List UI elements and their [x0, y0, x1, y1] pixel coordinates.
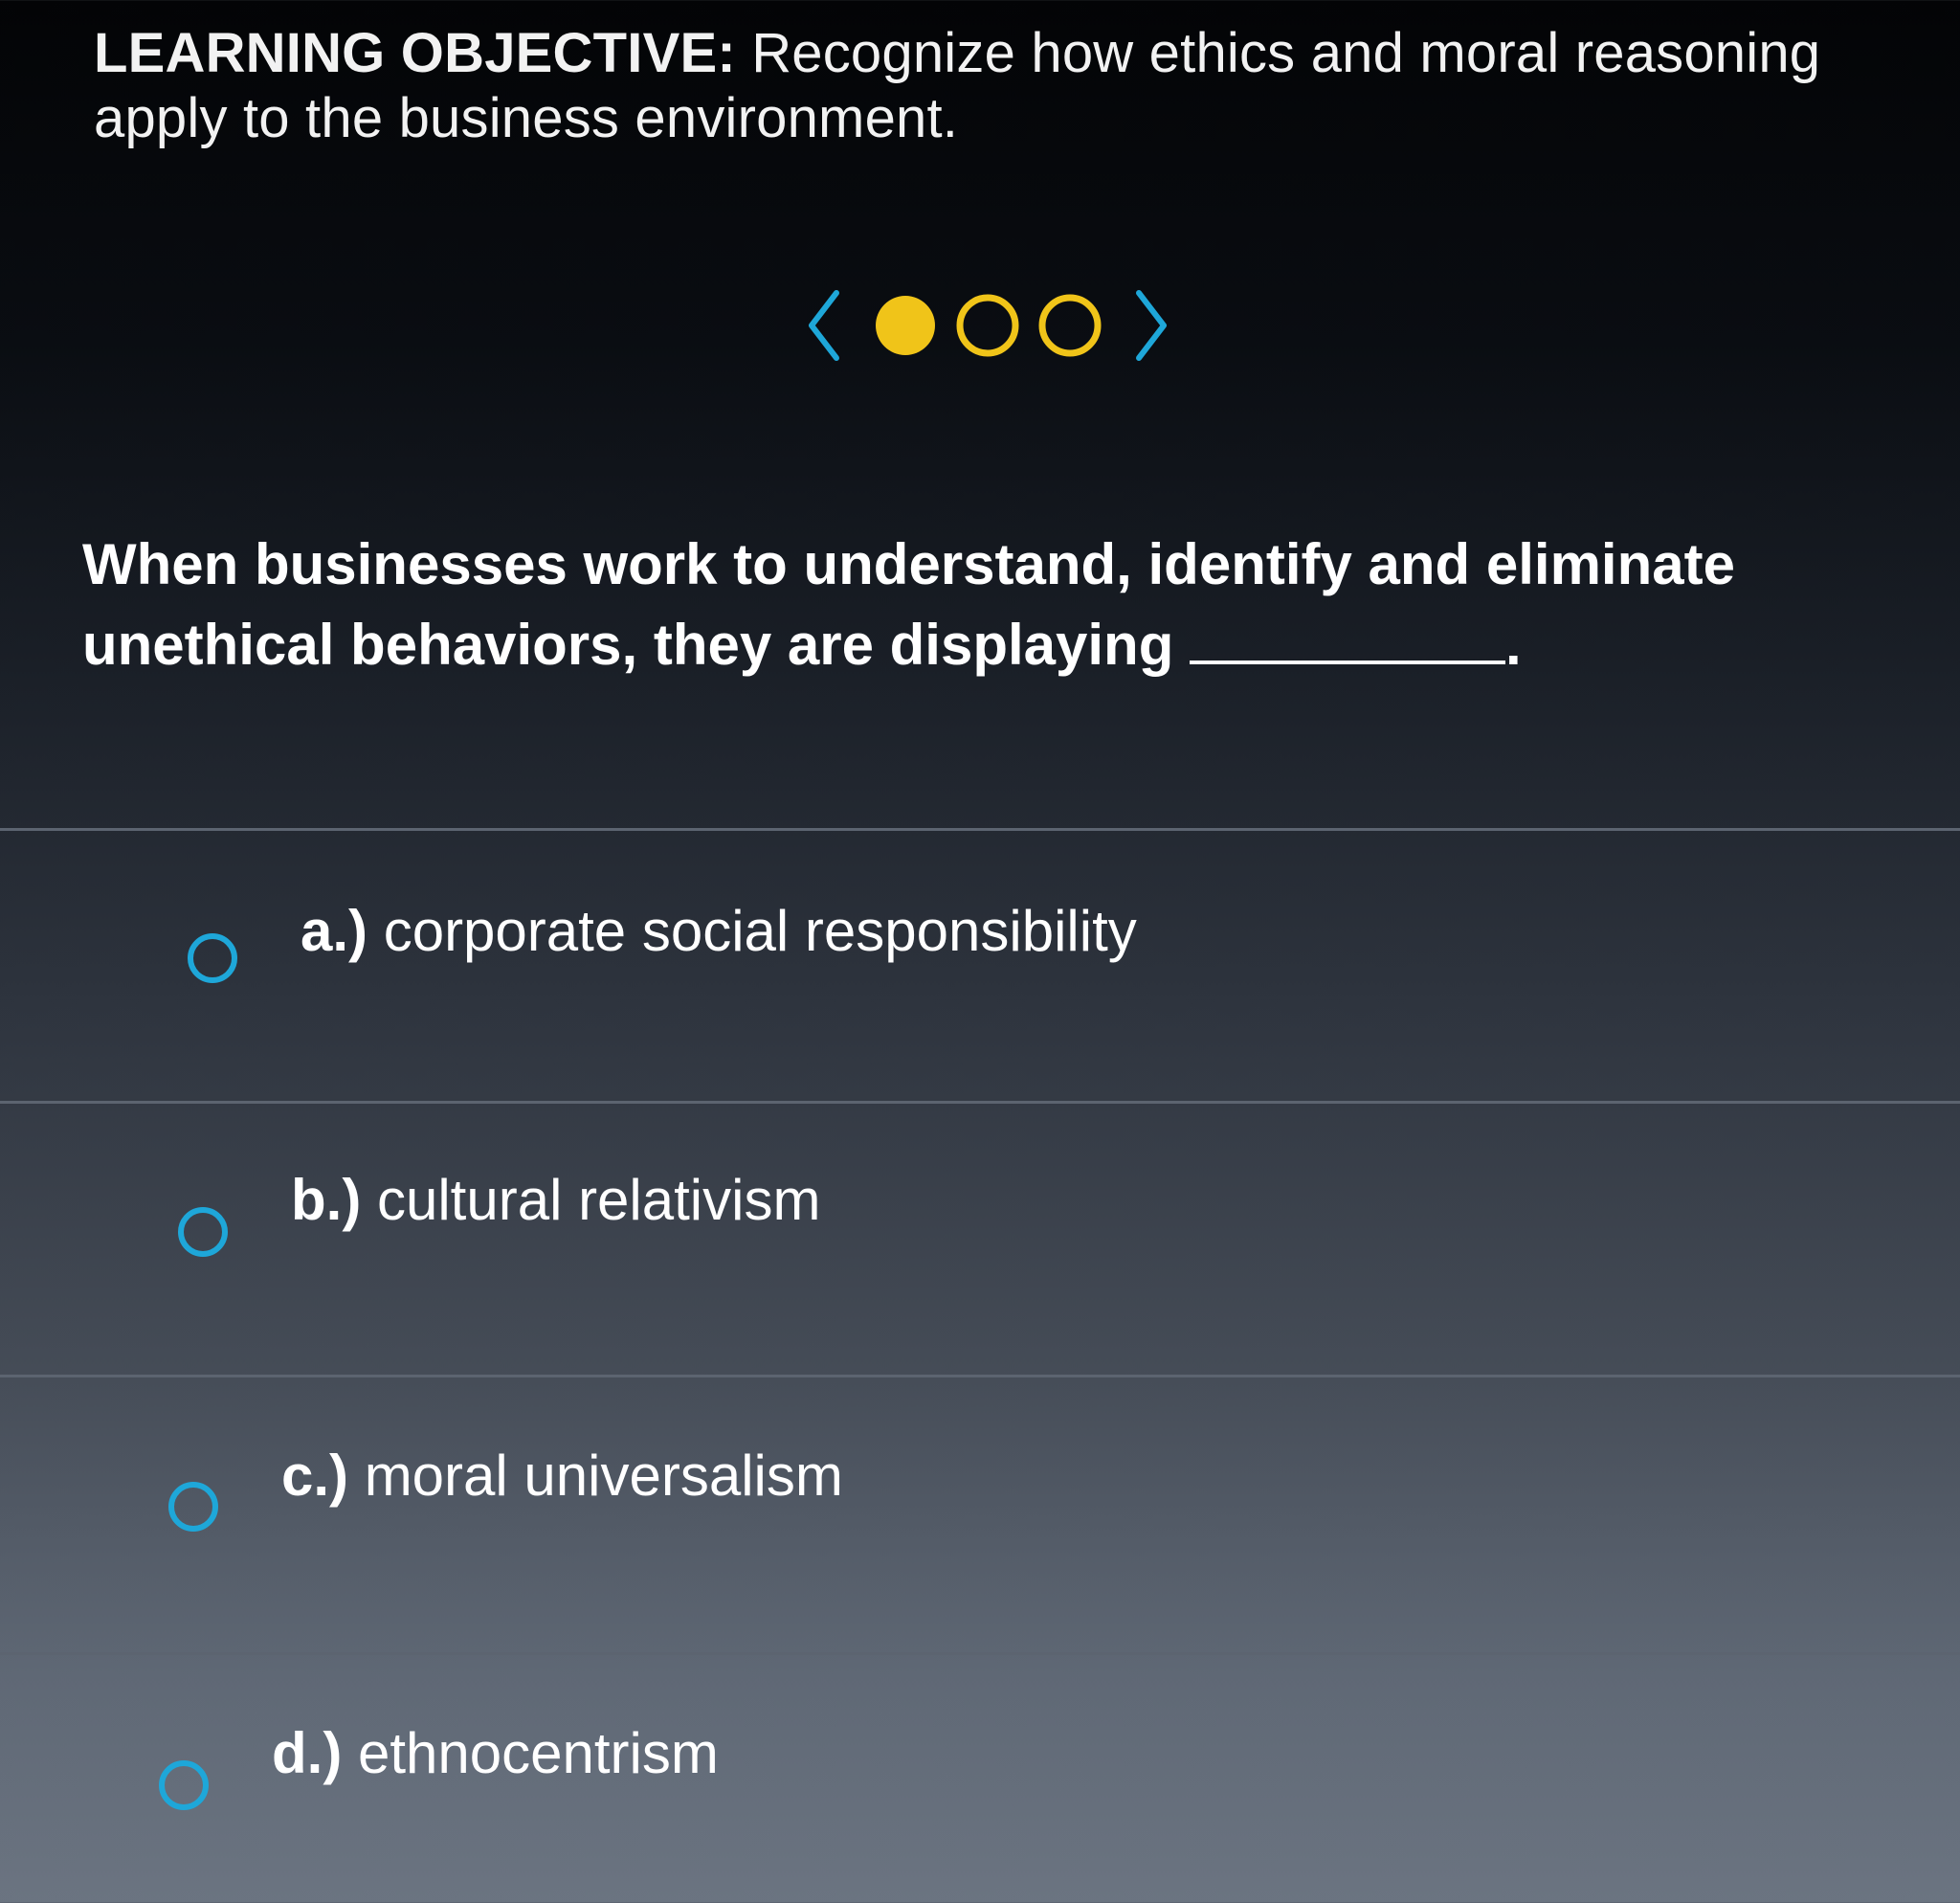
option-c[interactable]: c.) moral universalism — [0, 1377, 1960, 1646]
option-d-label: d.) ethnocentrism — [272, 1720, 719, 1787]
pager-dot-2[interactable] — [956, 294, 1019, 357]
answer-blank — [1190, 607, 1506, 664]
option-d[interactable]: d.) ethnocentrism — [0, 1655, 1960, 1903]
learning-objective: LEARNING OBJECTIVE: Recognize how ethics… — [94, 21, 1912, 151]
option-letter: c.) — [281, 1444, 349, 1508]
option-text: ethnocentrism — [357, 1721, 719, 1785]
question-prompt: When businesses work to understand, iden… — [82, 525, 1901, 685]
question-suffix: . — [1505, 613, 1522, 677]
radio-button-d[interactable] — [159, 1760, 209, 1810]
radio-button-c[interactable] — [168, 1482, 218, 1532]
option-c-label: c.) moral universalism — [281, 1443, 843, 1510]
pager-dot-3[interactable] — [1038, 294, 1102, 357]
option-a-label: a.) corporate social responsibility — [301, 898, 1137, 965]
option-a[interactable]: a.) corporate social responsibility — [0, 831, 1960, 1099]
radio-button-a[interactable] — [188, 933, 237, 983]
option-text: moral universalism — [364, 1444, 843, 1508]
pager-svg — [809, 290, 1167, 361]
option-b[interactable]: b.) cultural relativism — [0, 1104, 1960, 1372]
question-pager — [802, 287, 1185, 364]
option-text: corporate social responsibility — [383, 899, 1137, 963]
option-letter: d.) — [272, 1721, 343, 1785]
option-text: cultural relativism — [376, 1168, 821, 1232]
chevron-left-icon[interactable] — [809, 290, 839, 361]
objective-label: LEARNING OBJECTIVE: — [94, 22, 736, 84]
radio-button-b[interactable] — [178, 1207, 228, 1257]
pager-dot-1[interactable] — [876, 296, 935, 355]
option-b-label: b.) cultural relativism — [291, 1167, 820, 1234]
chevron-right-icon[interactable] — [1136, 290, 1167, 361]
option-letter: b.) — [291, 1168, 362, 1232]
option-letter: a.) — [301, 899, 368, 963]
